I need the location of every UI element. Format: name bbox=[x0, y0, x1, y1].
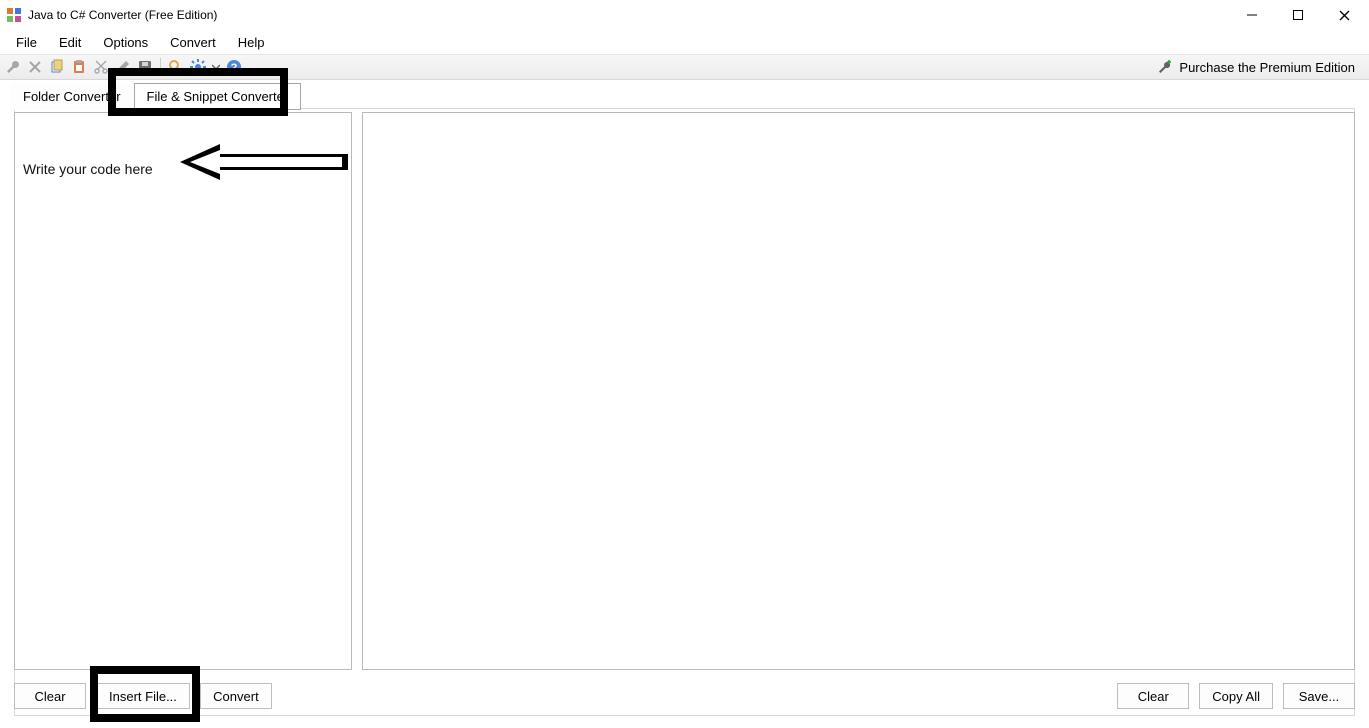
bottombar: Clear Insert File... Convert Clear Copy … bbox=[14, 678, 1355, 714]
tabstrip: Folder Converter File & Snippet Converte… bbox=[0, 80, 1369, 110]
menu-convert[interactable]: Convert bbox=[160, 33, 226, 52]
delete-icon[interactable] bbox=[26, 58, 44, 76]
premium-link[interactable]: Purchase the Premium Edition bbox=[1147, 59, 1365, 75]
scissors-icon[interactable] bbox=[92, 58, 110, 76]
maximize-button[interactable] bbox=[1275, 0, 1321, 30]
output-pane bbox=[362, 112, 1355, 670]
premium-link-label: Purchase the Premium Edition bbox=[1179, 60, 1355, 75]
close-button[interactable] bbox=[1321, 0, 1367, 30]
paste-icon[interactable] bbox=[70, 58, 88, 76]
source-code-input[interactable] bbox=[15, 113, 351, 669]
source-pane bbox=[14, 112, 352, 670]
menu-edit[interactable]: Edit bbox=[49, 33, 91, 52]
svg-text:?: ? bbox=[231, 62, 238, 74]
help-icon[interactable]: ? bbox=[225, 58, 243, 76]
workarea bbox=[14, 112, 1355, 670]
titlebar: Java to C# Converter (Free Edition) bbox=[0, 0, 1369, 30]
wrench-icon[interactable] bbox=[4, 58, 22, 76]
chevron-down-icon[interactable] bbox=[211, 58, 221, 76]
tab-folder-converter[interactable]: Folder Converter bbox=[10, 83, 134, 110]
gear-icon[interactable] bbox=[189, 58, 207, 76]
wrench-plus-icon bbox=[1157, 59, 1173, 75]
insert-file-button[interactable]: Insert File... bbox=[96, 683, 190, 709]
window-title: Java to C# Converter (Free Edition) bbox=[28, 8, 217, 22]
output-code[interactable] bbox=[363, 113, 1354, 669]
convert-button[interactable]: Convert bbox=[200, 683, 272, 709]
copy-all-button[interactable]: Copy All bbox=[1199, 683, 1273, 709]
menu-help[interactable]: Help bbox=[228, 33, 275, 52]
toolbar: ? Purchase the Premium Edition bbox=[0, 54, 1369, 80]
clear-output-button[interactable]: Clear bbox=[1117, 683, 1189, 709]
copy-icon[interactable] bbox=[48, 58, 66, 76]
app-icon bbox=[6, 7, 22, 23]
minimize-button[interactable] bbox=[1229, 0, 1275, 30]
menu-options[interactable]: Options bbox=[93, 33, 158, 52]
menu-file[interactable]: File bbox=[6, 33, 47, 52]
menubar: File Edit Options Convert Help bbox=[0, 30, 1369, 54]
save-output-button[interactable]: Save... bbox=[1283, 683, 1355, 709]
tab-file-snippet-converter[interactable]: File & Snippet Converter bbox=[134, 83, 302, 110]
magnifier-icon[interactable] bbox=[167, 58, 185, 76]
save-icon[interactable] bbox=[136, 58, 154, 76]
clear-source-button[interactable]: Clear bbox=[14, 683, 86, 709]
pencil-icon[interactable] bbox=[114, 58, 132, 76]
